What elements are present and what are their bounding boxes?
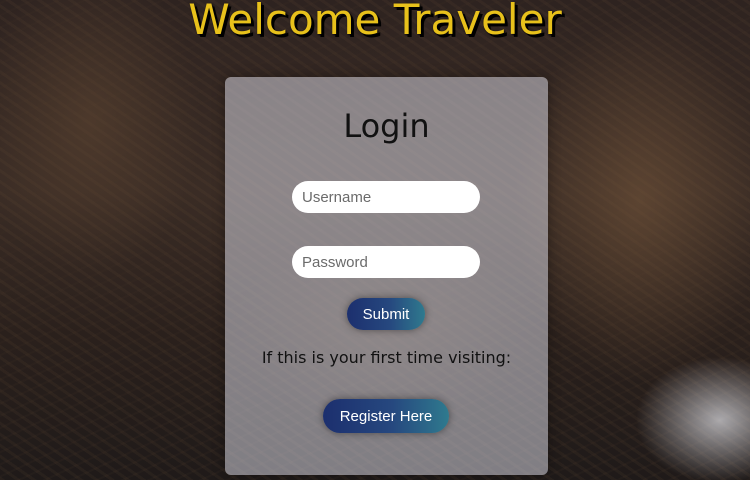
submit-button[interactable]: Submit (347, 298, 425, 330)
page-title: Welcome Traveler (188, 0, 562, 44)
login-card: Login Submit If this is your first time … (225, 77, 548, 475)
register-button[interactable]: Register Here (323, 399, 449, 433)
first-time-text: If this is your first time visiting: (261, 348, 512, 367)
password-input[interactable] (292, 246, 480, 278)
username-input[interactable] (292, 181, 480, 213)
login-title: Login (343, 107, 430, 145)
